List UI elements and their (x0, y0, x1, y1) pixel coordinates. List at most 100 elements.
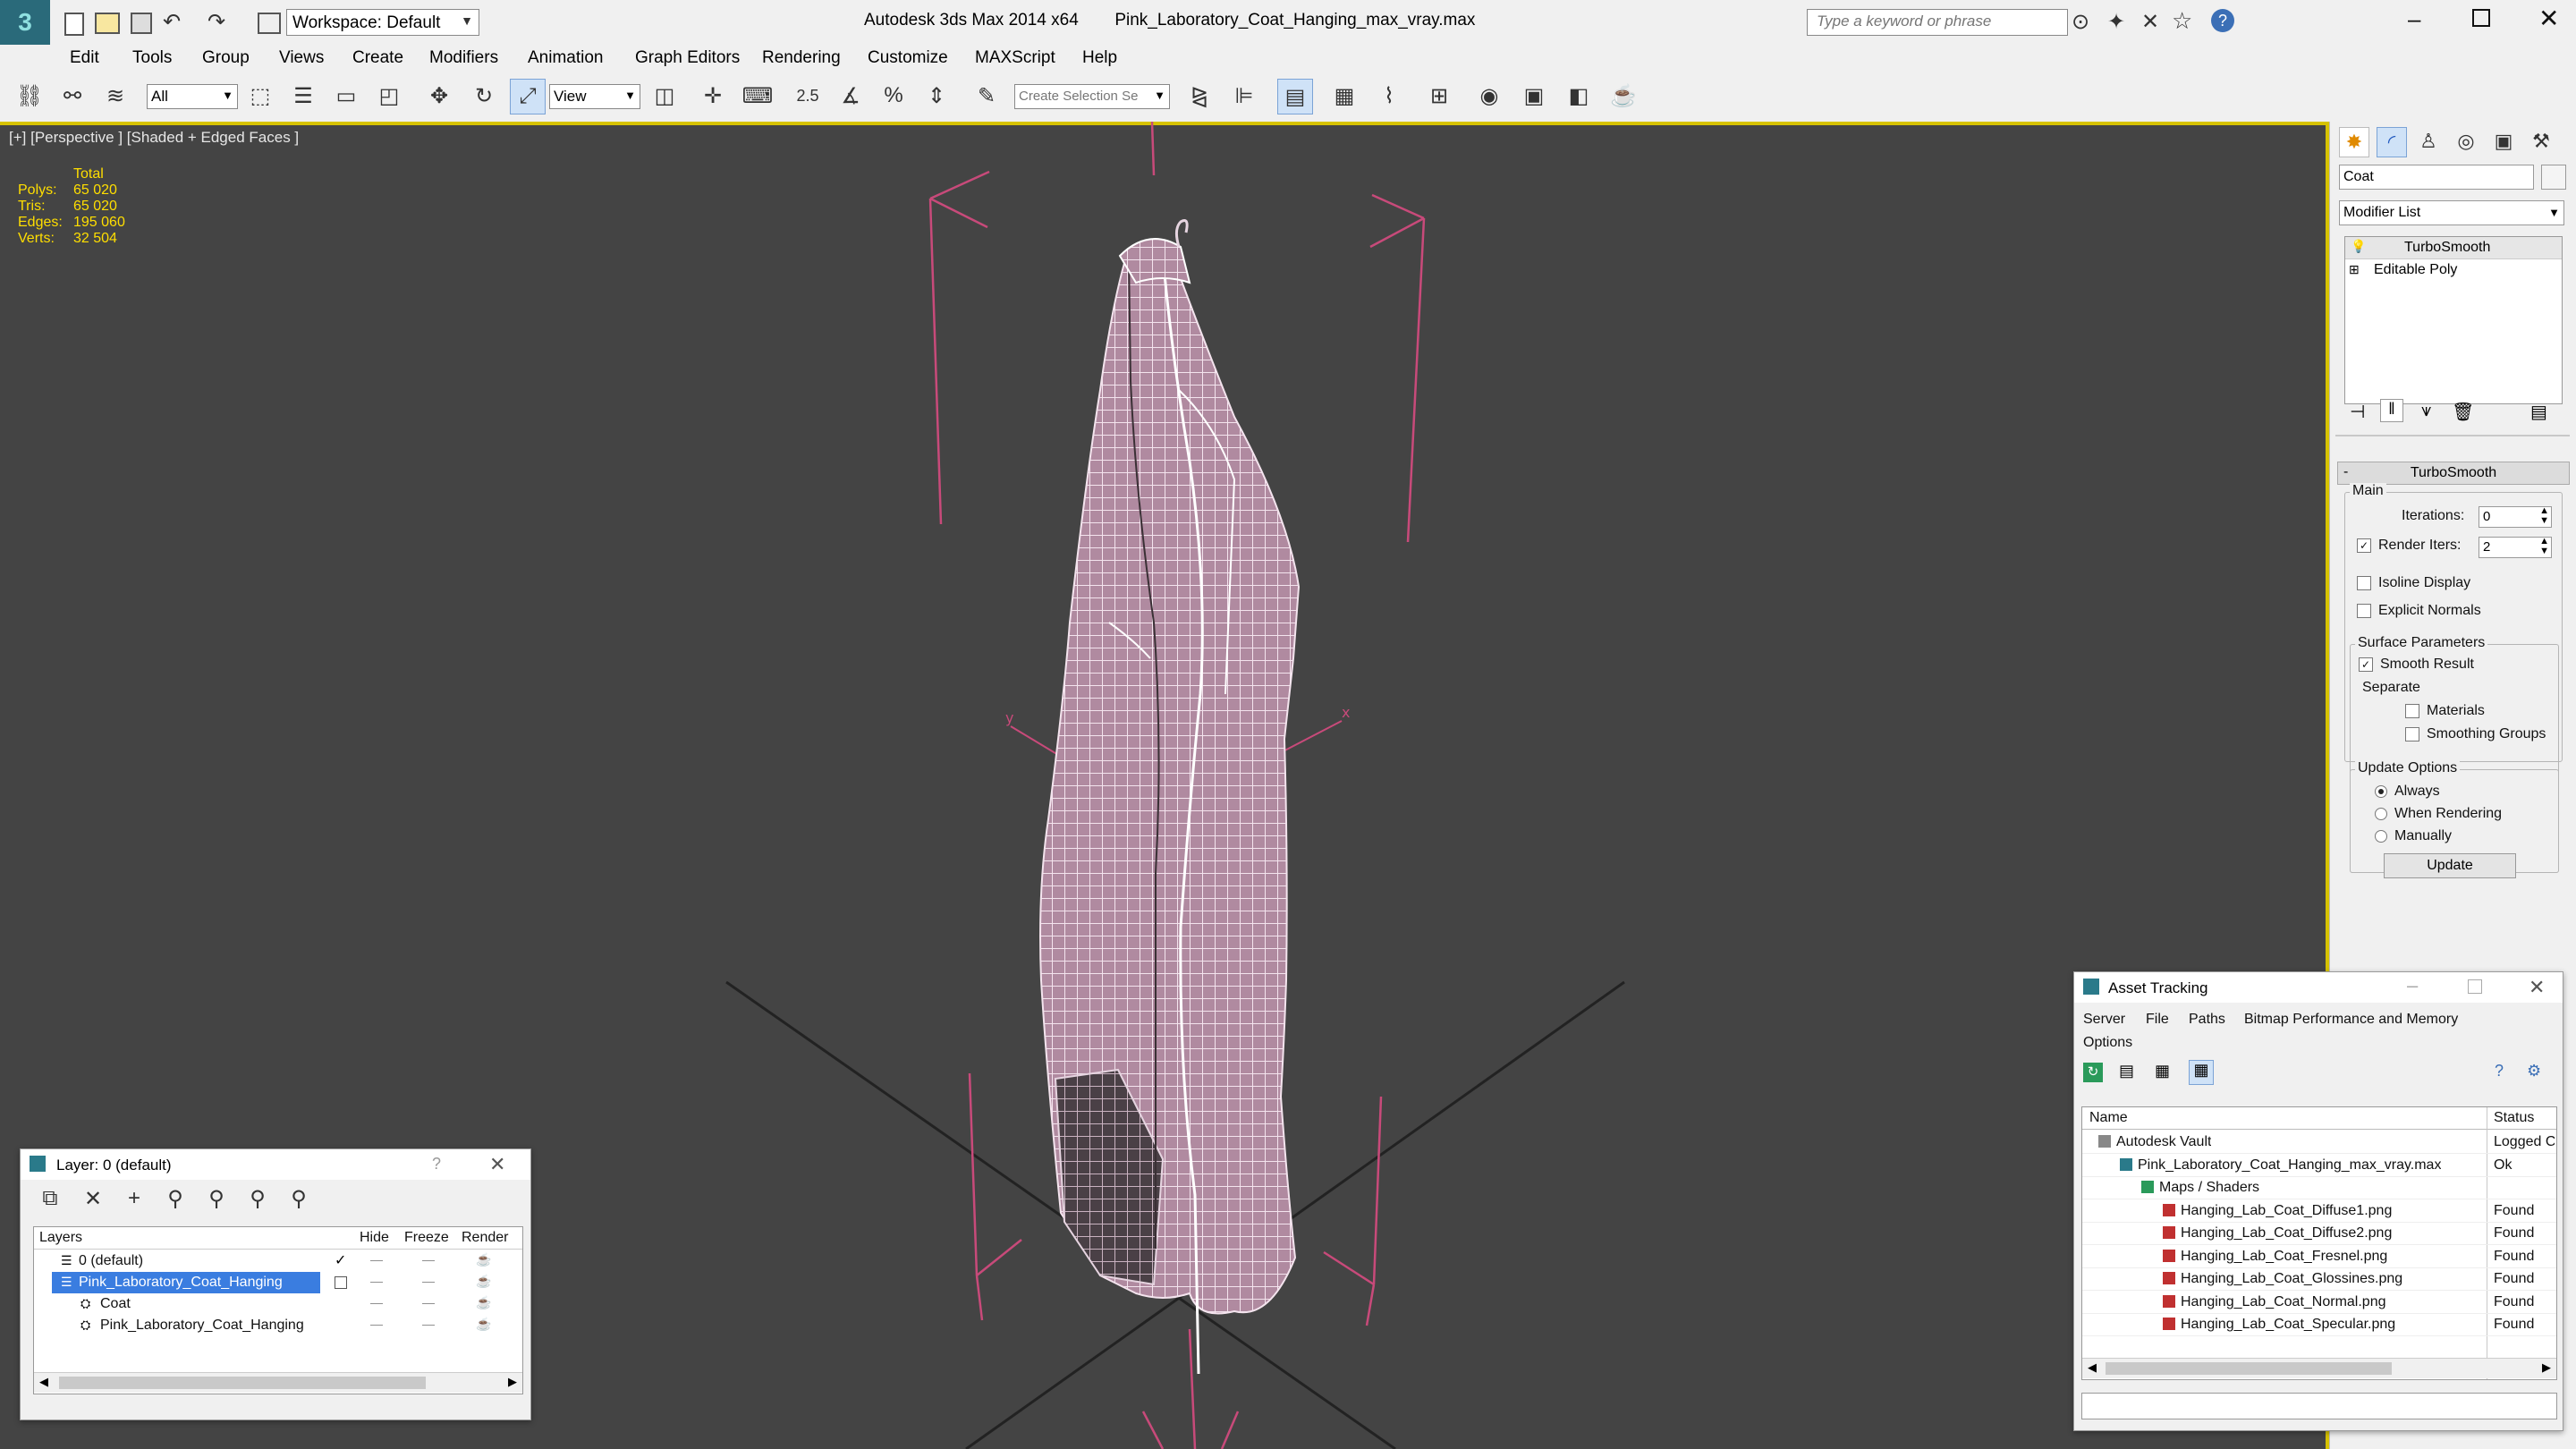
freeze-toggle[interactable]: — (422, 1295, 435, 1309)
menu-animation[interactable]: Animation (528, 45, 604, 72)
open-file-icon[interactable] (95, 13, 120, 34)
window-crossing-icon[interactable]: ◰ (372, 79, 406, 113)
list-view-icon[interactable]: ▤ (2119, 1062, 2134, 1080)
schematic-view-icon[interactable]: ⊞ (1422, 79, 1456, 113)
search-input[interactable] (1815, 10, 2060, 33)
asset-row[interactable]: Hanging_Lab_Coat_Specular.png Found (2082, 1313, 2556, 1336)
column-hide[interactable]: Hide (360, 1230, 389, 1246)
scroll-right-icon[interactable]: ▶ (2542, 1360, 2551, 1375)
favorites-icon[interactable]: ☆ (2172, 7, 2192, 35)
menu-views[interactable]: Views (279, 45, 324, 72)
layer-window-titlebar[interactable]: Layer: 0 (default) ? ✕ (21, 1149, 530, 1180)
refresh-icon[interactable]: ↻ (2083, 1063, 2103, 1082)
curve-editor-icon[interactable]: ⌇ (1372, 79, 1406, 113)
search-field[interactable] (1807, 9, 2068, 36)
asset-row[interactable]: Maps / Shaders (2082, 1176, 2556, 1199)
keyboard-shortcut-icon[interactable]: ⌨ (741, 79, 775, 113)
asset-row[interactable]: Hanging_Lab_Coat_Glossines.png Found (2082, 1267, 2556, 1291)
render-teapot-icon[interactable]: ☕ (476, 1295, 491, 1310)
rendered-frame-icon[interactable]: ◧ (1562, 79, 1596, 113)
move-icon[interactable]: ✥ (422, 79, 456, 113)
show-end-result-icon[interactable]: ‖ (2380, 399, 2403, 422)
detail-view-icon[interactable]: ▦ (2155, 1062, 2170, 1080)
turbosmooth-rollout-header[interactable]: - TurboSmooth (2337, 462, 2570, 485)
spinner-arrows-icon[interactable]: ▲ ▼ (2539, 537, 2549, 556)
snap-toggle-icon[interactable]: 2.5 (791, 79, 825, 113)
freeze-toggle[interactable]: — (422, 1317, 435, 1331)
menu-tools[interactable]: Tools (132, 45, 172, 72)
iterations-spinner[interactable]: 0 ▲ ▼ (2479, 506, 2552, 528)
horizontal-scrollbar[interactable]: ◀ ▶ (2082, 1358, 2556, 1378)
new-file-icon[interactable] (64, 13, 84, 36)
display-tab-icon[interactable]: ▣ (2489, 127, 2518, 156)
layer-row[interactable]: ⛭ Coat — — ☕ (34, 1293, 522, 1315)
asset-row[interactable]: Pink_Laboratory_Coat_Hanging_max_vray.ma… (2082, 1154, 2556, 1177)
scene-explorer-icon[interactable]: ▦ (1327, 79, 1361, 113)
when-rendering-radio[interactable] (2375, 807, 2387, 820)
always-option[interactable]: Always (2375, 784, 2440, 800)
asset-menu-server[interactable]: Server (2083, 1012, 2125, 1028)
settings-icon[interactable]: ⚙ (2527, 1062, 2541, 1080)
help-icon[interactable]: ? (2211, 9, 2234, 32)
redo-icon[interactable]: ↷ (208, 9, 225, 35)
asset-menu-file[interactable]: File (2146, 1012, 2169, 1028)
scale-icon[interactable]: ⤢ (510, 79, 546, 114)
maximize-button[interactable] (2472, 9, 2490, 27)
undo-icon[interactable]: ↶ (163, 9, 181, 35)
hide-toggle[interactable]: — (370, 1252, 383, 1267)
layer-row[interactable]: ☰ 0 (default) ✓ — — ☕ (34, 1250, 522, 1272)
material-editor-icon[interactable]: ◉ (1472, 79, 1506, 113)
maximize-icon[interactable] (2468, 979, 2482, 994)
asset-row[interactable]: Hanging_Lab_Coat_Diffuse2.png Found (2082, 1222, 2556, 1245)
remove-modifier-icon[interactable]: 🗑 (2452, 401, 2474, 423)
expand-icon[interactable]: ⊞ (2349, 262, 2360, 277)
pin-stack-icon[interactable]: ⊣ (2350, 401, 2365, 423)
update-button[interactable]: Update (2384, 853, 2516, 878)
exchange-icon[interactable]: ✕ (2141, 9, 2159, 35)
materials-option[interactable]: Materials (2405, 703, 2485, 719)
menu-maxscript[interactable]: MAXScript (975, 45, 1055, 72)
communication-icon[interactable]: ✦ (2107, 9, 2125, 35)
render-iters-checkbox[interactable]: ✓ (2357, 538, 2371, 553)
current-layer-icon[interactable]: ✓ (335, 1251, 346, 1269)
create-layer-icon[interactable]: ⧉ (33, 1182, 67, 1216)
scroll-thumb[interactable] (2106, 1362, 2392, 1375)
render-production-icon[interactable]: ☕ (1606, 79, 1640, 113)
hide-toggle[interactable]: — (370, 1295, 383, 1309)
manually-radio[interactable] (2375, 829, 2387, 843)
asset-row[interactable]: Hanging_Lab_Coat_Fresnel.png Found (2082, 1245, 2556, 1268)
align-icon[interactable]: ⊫ (1227, 79, 1261, 113)
close-icon[interactable]: ✕ (2529, 976, 2545, 999)
render-iters-spinner[interactable]: 2 ▲ ▼ (2479, 537, 2552, 558)
add-to-layer-icon[interactable]: + (117, 1182, 151, 1216)
angle-snap-icon[interactable]: ∡ (834, 79, 868, 113)
layer-row[interactable]: ⛭ Pink_Laboratory_Coat_Hanging — — ☕ (34, 1315, 522, 1336)
asset-menu-options[interactable]: Options (2083, 1035, 2132, 1051)
render-teapot-icon[interactable]: ☕ (476, 1274, 491, 1289)
rotate-icon[interactable]: ↻ (467, 79, 501, 113)
current-layer-toggle[interactable] (335, 1276, 347, 1289)
spinner-snap-icon[interactable]: ⇕ (919, 79, 953, 113)
utilities-tab-icon[interactable]: ⚒ (2527, 127, 2555, 156)
column-freeze[interactable]: Freeze (404, 1230, 449, 1246)
layer-row[interactable]: ☰ Pink_Laboratory_Coat_Hanging — — ☕ (34, 1272, 522, 1293)
percent-snap-icon[interactable]: % (877, 79, 911, 113)
menu-rendering[interactable]: Rendering (762, 45, 841, 72)
pivot-center-icon[interactable]: ◫ (648, 79, 682, 113)
delete-layer-icon[interactable]: ✕ (76, 1182, 110, 1216)
asset-row[interactable]: Hanging_Lab_Coat_Diffuse1.png Found (2082, 1199, 2556, 1223)
menu-modifiers[interactable]: Modifiers (429, 45, 498, 72)
hide-all-icon[interactable]: ⚲ (241, 1182, 275, 1216)
isoline-display-option[interactable]: Isoline Display (2357, 575, 2470, 591)
asset-row[interactable]: Autodesk Vault Logged C (2082, 1131, 2556, 1154)
layer-manager-icon[interactable]: ▤ (1277, 79, 1313, 114)
rectangular-selection-icon[interactable]: ▭ (329, 79, 363, 113)
materials-checkbox[interactable] (2405, 703, 2419, 718)
close-icon[interactable]: ✕ (489, 1153, 505, 1176)
unlink-icon[interactable]: ⚯ (55, 79, 89, 113)
column-layers[interactable]: Layers (39, 1230, 82, 1246)
edit-named-selection-icon[interactable]: ✎ (970, 79, 1004, 113)
horizontal-scrollbar[interactable]: ◀ ▶ (34, 1372, 522, 1393)
asset-window-titlebar[interactable]: Asset Tracking – ✕ (2074, 972, 2563, 1003)
scroll-left-icon[interactable]: ◀ (2088, 1360, 2097, 1375)
